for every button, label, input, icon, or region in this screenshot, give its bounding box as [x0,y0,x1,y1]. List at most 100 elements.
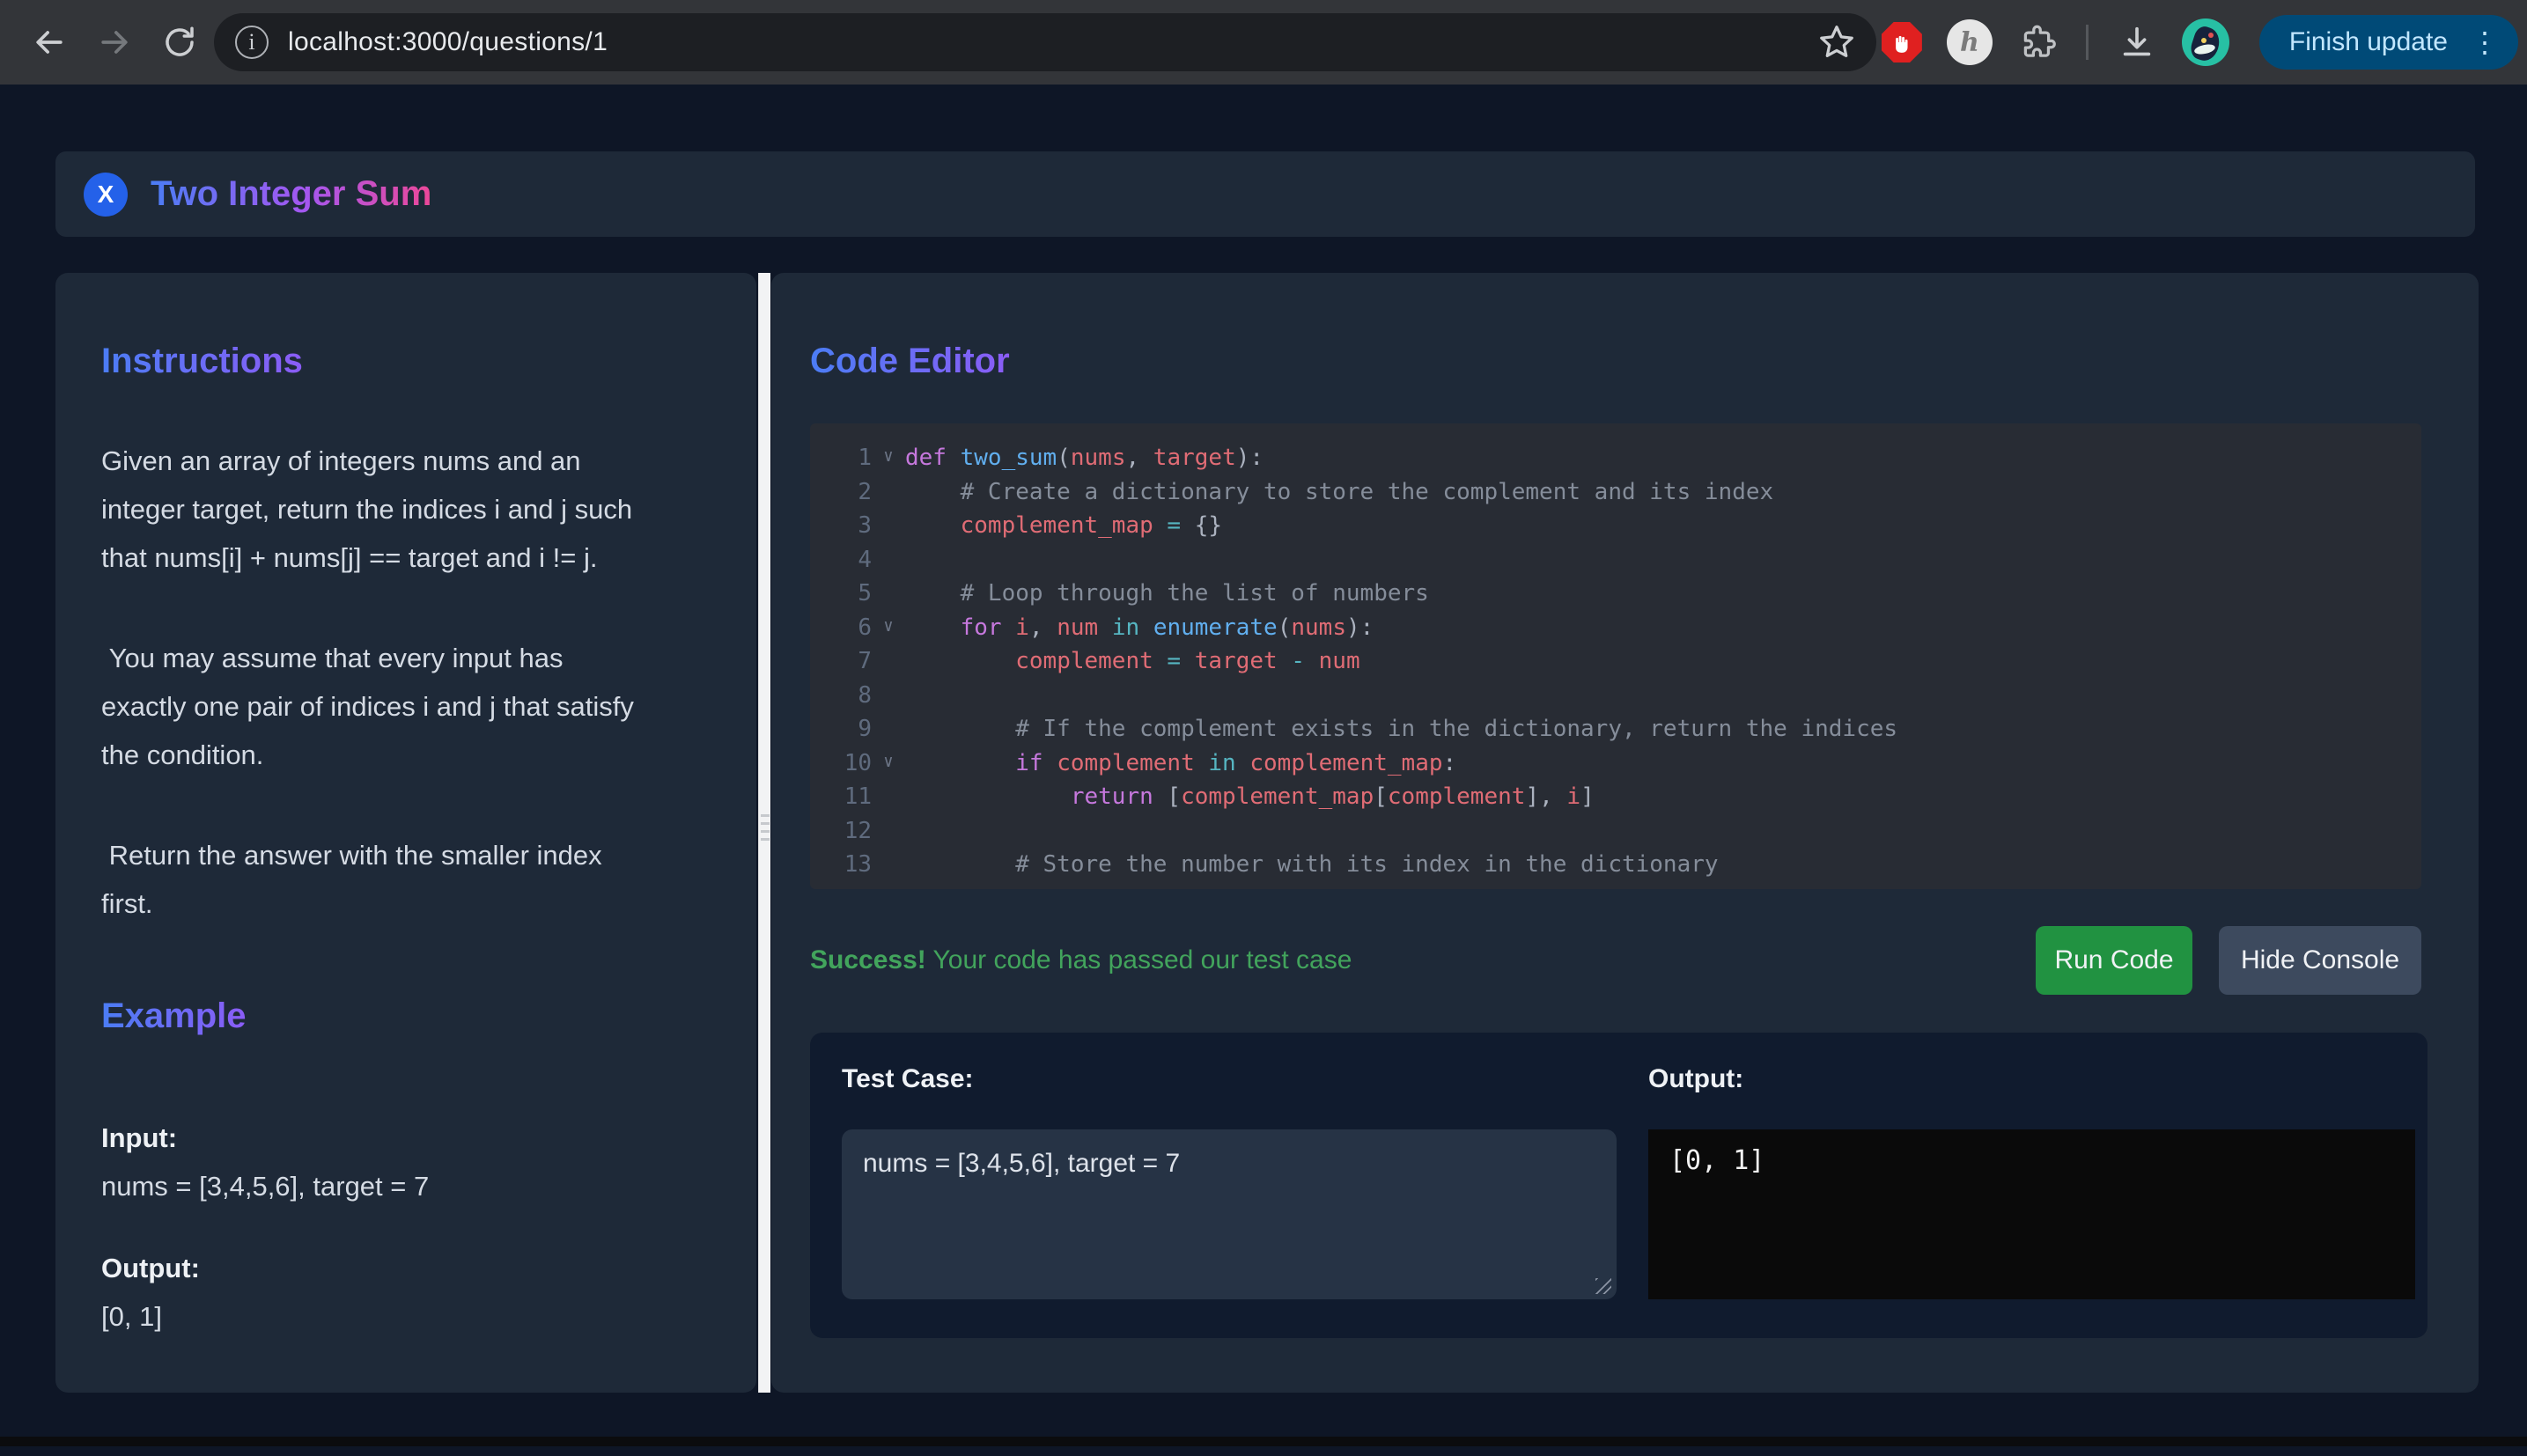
instructions-panel: Instructions Given an array of integers … [55,273,756,1393]
fold-chevron-icon[interactable]: ∨ [872,746,905,781]
fold-spacer [872,644,905,679]
puzzle-piece-icon [2017,22,2058,63]
code-line: 11 return [complement_map[complement], i… [822,780,2421,814]
forward-button[interactable] [85,12,144,72]
window-bottom-edge [0,1437,2527,1446]
code-text: # Loop through the list of numbers [905,577,2421,611]
fold-spacer [872,780,905,814]
line-number: 1 [822,441,872,475]
fold-chevron-icon[interactable]: ∨ [872,611,905,645]
back-button[interactable] [19,12,79,72]
example-output-value: [0, 1] [101,1301,162,1333]
line-number: 6 [822,611,872,645]
code-text: if complement in complement_map: [905,746,2421,781]
fold-spacer [872,679,905,713]
hide-console-button[interactable]: Hide Console [2219,926,2421,995]
status-row: Success! Your code has passed our test c… [810,926,2421,995]
instructions-paragraph-1: Given an array of integers nums and an i… [101,437,718,582]
line-number: 11 [822,780,872,814]
app-logo: X [84,173,128,217]
code-editor[interactable]: 1∨def two_sum(nums, target):2 # Create a… [810,423,2421,889]
download-icon [2117,22,2157,63]
code-text: for i, num in enumerate(nums): [905,611,2421,645]
star-icon [1816,22,1857,63]
instructions-paragraph-2: You may assume that every input has exac… [101,634,718,779]
address-bar[interactable]: i localhost:3000/questions/1 [214,13,1876,71]
run-code-button[interactable]: Run Code [2036,926,2192,995]
code-text: return [complement_map[complement], i] [905,780,2421,814]
honey-icon: h [1947,19,1993,65]
code-text: # If the complement exists in the dictio… [905,712,2421,746]
success-message: Success! Your code has passed our test c… [810,945,1352,975]
finish-update-button[interactable]: Finish update ⋮ [2259,15,2518,70]
fold-spacer [872,848,905,882]
example-heading: Example [101,996,247,1036]
code-line: 1∨def two_sum(nums, target): [822,441,2421,475]
fold-spacer [872,814,905,849]
code-text: complement_map = {} [905,509,2421,543]
fold-spacer [872,509,905,543]
success-rest: Your code has passed our test case [926,945,1352,974]
line-number: 2 [822,475,872,510]
line-number: 4 [822,543,872,577]
code-line: 9 # If the complement exists in the dict… [822,712,2421,746]
console-output: [0, 1] [1648,1129,2415,1299]
finish-update-label: Finish update [2289,27,2448,57]
fold-chevron-icon[interactable]: ∨ [872,441,905,475]
line-number: 10 [822,746,872,781]
code-text [905,543,2421,577]
example-output-label: Output: [101,1253,200,1284]
extensions-button[interactable] [2017,22,2058,63]
refresh-icon [161,24,198,61]
reload-button[interactable] [150,12,210,72]
test-case-label: Test Case: [842,1064,1617,1094]
downloads-button[interactable] [2117,22,2157,63]
fold-spacer [872,712,905,746]
adblock-extension-button[interactable] [1882,22,1922,63]
line-number: 5 [822,577,872,611]
toolbar-right-cluster: h Finish [1804,0,2527,85]
browser-toolbar: i localhost:3000/questions/1 h [0,0,2527,85]
instructions-paragraph-3: Return the answer with the smaller index… [101,831,718,928]
honey-extension-button[interactable]: h [1947,19,1993,65]
profile-avatar[interactable] [2182,18,2229,66]
line-number: 3 [822,509,872,543]
console-panel: Test Case: nums = [3,4,5,6], target = 7 … [810,1033,2428,1338]
line-number: 8 [822,679,872,713]
panel-resize-handle[interactable] [758,273,770,1393]
code-text [905,814,2421,849]
line-number: 13 [822,848,872,882]
code-text: def two_sum(nums, target): [905,441,2421,475]
code-editor-panel: Code Editor 1∨def two_sum(nums, target):… [771,273,2479,1393]
code-line: 4 [822,543,2421,577]
code-line: 3 complement_map = {} [822,509,2421,543]
code-line: 13 # Store the number with its index in … [822,848,2421,882]
honey-letter: h [1960,27,1979,58]
browser-window: i localhost:3000/questions/1 h [0,0,2527,1456]
code-editor-heading: Code Editor [810,342,1010,381]
code-text [905,679,2421,713]
code-line: 8 [822,679,2421,713]
example-input-label: Input: [101,1122,177,1154]
page-title: Two Integer Sum [151,174,431,214]
avatar-image [2182,18,2229,66]
line-number: 7 [822,644,872,679]
console-output-label: Output: [1648,1064,2415,1094]
url-text: localhost:3000/questions/1 [288,27,608,57]
code-text: # Store the number with its index in the… [905,848,2421,882]
code-line: 12 [822,814,2421,849]
adblock-hand-icon [1882,22,1922,63]
example-input-value: nums = [3,4,5,6], target = 7 [101,1171,429,1202]
code-text: # Create a dictionary to store the compl… [905,475,2421,510]
bookmark-button[interactable] [1816,22,1857,63]
code-text: complement = target - num [905,644,2421,679]
question-header-card: X Two Integer Sum [55,151,2475,237]
arrow-right-icon [95,23,134,62]
resize-grip-icon [761,814,770,846]
toolbar-divider [2086,25,2089,60]
site-info-icon[interactable]: i [235,26,269,59]
info-letter: i [248,29,254,55]
kebab-menu-icon[interactable]: ⋮ [2471,26,2499,59]
fold-spacer [872,475,905,510]
test-case-input[interactable]: nums = [3,4,5,6], target = 7 [842,1129,1617,1299]
